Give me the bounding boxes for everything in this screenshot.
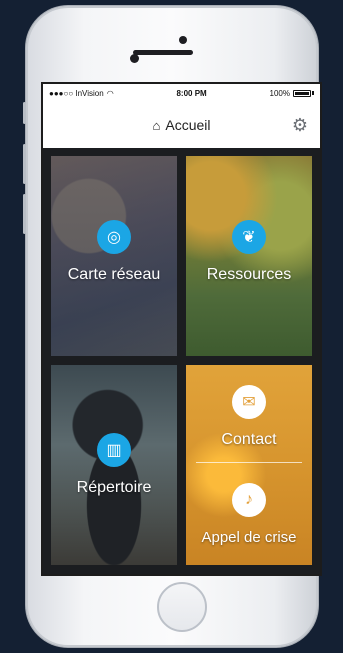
tile-label: Ressources [206,266,292,283]
tree-icon: ❦ [232,220,266,254]
crisis-label[interactable]: Appel de crise [186,529,312,546]
tile-divider [196,462,302,463]
volume-down-button [23,194,26,234]
home-button[interactable] [157,582,207,632]
tile-contact-crise: ✉ Contact ♪ Appel de crise [186,365,312,565]
speaker-grille [133,50,193,55]
tile-label: Répertoire [76,479,152,496]
tile-grid: ◎ Carte réseau ❦ Ressources ▥ Répertoire… [43,148,320,574]
mute-switch [23,102,26,124]
wifi-icon: ◠ [106,88,114,98]
battery-percent: 100% [269,88,290,98]
battery-icon [292,89,311,97]
tile-carte-reseau[interactable]: ◎ Carte réseau [51,156,177,356]
tile-label: Carte réseau [67,266,161,283]
proximity-sensor [130,54,139,63]
network-icon: ◎ [97,220,131,254]
app-header: ⌂ Accueil ⚙ [43,102,320,148]
header-home-link[interactable]: ⌂ Accueil [153,117,211,133]
app-screen: ●●●○○ InVision ◠ 8:00 PM 100% ⌂ Accueil … [41,82,322,576]
tile-ressources[interactable]: ❦ Ressources [186,156,312,356]
home-icon: ⌂ [152,117,161,133]
contact-label[interactable]: Contact [186,431,312,449]
bell-icon[interactable]: ♪ [232,483,266,517]
page-title: Accueil [165,117,211,133]
carrier-label: ●●●○○ InVision [49,88,104,98]
status-time: 8:00 PM [176,88,207,98]
status-bar: ●●●○○ InVision ◠ 8:00 PM 100% [43,84,320,102]
tile-repertoire[interactable]: ▥ Répertoire [51,365,177,565]
volume-up-button [23,144,26,184]
front-camera [179,36,187,44]
book-icon: ▥ [97,433,131,467]
battery-tip [311,91,314,95]
gear-icon[interactable]: ⚙ [292,115,308,136]
chat-icon[interactable]: ✉ [232,385,266,419]
